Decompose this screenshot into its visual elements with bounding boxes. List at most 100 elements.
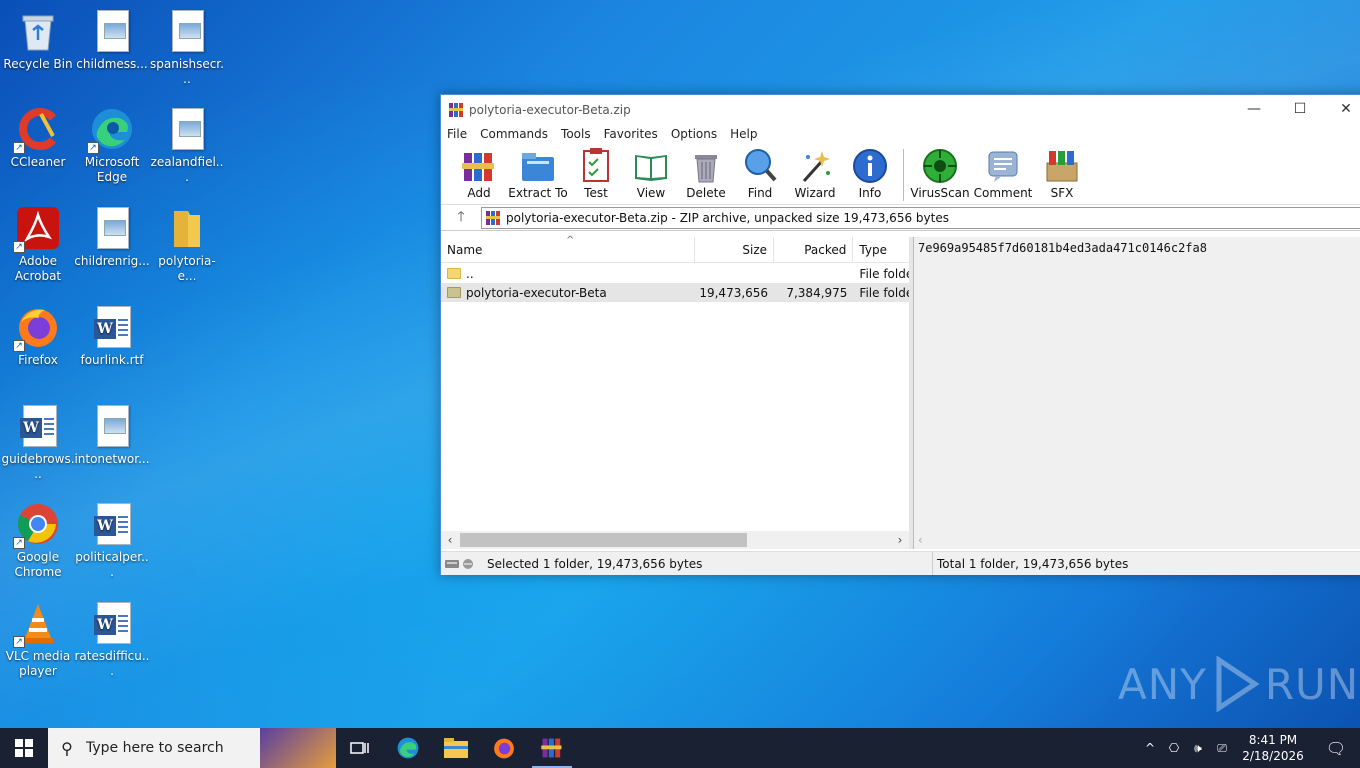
taskbar-search[interactable]: ⚲ Type here to search	[48, 728, 336, 768]
scroll-right-icon[interactable]: ›	[891, 533, 909, 547]
info-button[interactable]: Info	[843, 147, 897, 200]
path-field[interactable]: polytoria-executor-Beta.zip - ZIP archiv…	[481, 206, 1360, 229]
menu-tools[interactable]: Tools	[561, 127, 591, 141]
extract-icon	[522, 153, 554, 181]
taskbar-edge[interactable]	[384, 728, 432, 768]
image-file-icon	[89, 8, 135, 54]
maximize-button[interactable]: ☐	[1277, 95, 1323, 123]
menu-bar: File Commands Tools Favorites Options He…	[441, 125, 1360, 143]
add-button[interactable]: Add	[451, 147, 507, 200]
file-row-selected[interactable]: polytoria-executor-Beta 19,473,656 7,384…	[441, 283, 909, 302]
show-hidden-icons-icon[interactable]: ^	[1138, 741, 1162, 755]
menu-favorites[interactable]: Favorites	[604, 127, 658, 141]
up-folder-button[interactable]: 🡑	[441, 206, 481, 230]
firefox-icon	[494, 738, 514, 759]
image-file-icon	[164, 8, 210, 54]
word-doc-icon: W	[89, 304, 135, 350]
column-type[interactable]: Type	[853, 237, 909, 262]
column-packed[interactable]: Packed	[774, 237, 854, 262]
task-view-button[interactable]	[336, 728, 384, 768]
file-explorer-icon	[444, 738, 468, 758]
drive-icon[interactable]	[445, 558, 477, 570]
image-file-icon	[89, 403, 135, 449]
address-bar: 🡑 polytoria-executor-Beta.zip - ZIP arch…	[441, 205, 1360, 231]
clock[interactable]: 8:41 PM 2/18/2026	[1234, 732, 1312, 764]
vlc-icon: ↗	[13, 600, 61, 648]
menu-commands[interactable]: Commands	[480, 127, 548, 141]
find-button[interactable]: Find	[733, 147, 787, 200]
title-bar[interactable]: polytoria-executor-Beta.zip — ☐ ✕	[441, 95, 1360, 125]
find-icon	[745, 149, 777, 182]
desktop-icon-zealandfiel[interactable]: zealandfiel...	[149, 106, 225, 185]
comment-pane[interactable]: 7e969a95485f7d60181b4ed3ada471c0146c2fa8…	[913, 237, 1360, 549]
view-button[interactable]: View	[623, 147, 679, 200]
folder-icon	[164, 205, 210, 251]
minimize-button[interactable]: —	[1231, 95, 1277, 123]
desktop-icon-ratesdifficu[interactable]: W ratesdifficu...	[74, 600, 150, 679]
comment-scrollbar[interactable]: ‹ ›	[914, 531, 1360, 549]
desktop-icon-vlc[interactable]: ↗ VLC media player	[0, 600, 76, 679]
desktop-icon-acrobat[interactable]: ↗ Adobe Acrobat	[0, 205, 76, 284]
desktop-icon-fourlink[interactable]: W fourlink.rtf	[74, 304, 150, 368]
delete-button[interactable]: Delete	[679, 147, 733, 200]
desktop-icon-guidebrows[interactable]: W guidebrows...	[0, 403, 76, 482]
scroll-left-icon[interactable]: ‹	[441, 533, 459, 547]
info-icon	[853, 149, 887, 183]
clock-date: 2/18/2026	[1242, 749, 1304, 763]
taskbar-winrar[interactable]	[528, 728, 576, 768]
desktop-icon-chrome[interactable]: ↗ Google Chrome	[0, 501, 76, 580]
taskbar-file-explorer[interactable]	[432, 728, 480, 768]
desktop-icon-label: fourlink.rtf	[80, 353, 144, 367]
sfx-button[interactable]: SFX	[1036, 147, 1088, 200]
desktop-icon-ccleaner[interactable]: ↗ CCleaner	[0, 106, 76, 170]
desktop-icon-label: Google Chrome	[14, 550, 62, 579]
desktop-icon-firefox[interactable]: ↗ Firefox	[0, 304, 76, 368]
anyrun-watermark: ANY RUN	[1118, 656, 1359, 712]
desktop-icon-politicalper[interactable]: W politicalper...	[74, 501, 150, 580]
scrollbar-thumb[interactable]	[460, 533, 747, 547]
desktop-icon-edge[interactable]: ↗ Microsoft Edge	[74, 106, 150, 185]
desktop-icon-spanishsecr[interactable]: spanishsecr...	[149, 8, 225, 87]
desktop-icon-childrenrig[interactable]: childrenrig...	[74, 205, 150, 269]
task-view-icon	[350, 742, 369, 754]
edge-icon	[397, 737, 419, 759]
volume-icon[interactable]: 🕪	[1186, 741, 1210, 756]
desktop-icon-label: spanishsecr...	[150, 57, 224, 86]
extract-to-button[interactable]: Extract To	[507, 147, 569, 200]
column-size[interactable]: Size	[695, 237, 775, 262]
desktop-icon-polytoria-folder[interactable]: polytoria-e...	[149, 205, 225, 284]
desktop-icon-label: VLC media player	[5, 649, 71, 678]
menu-help[interactable]: Help	[730, 127, 757, 141]
wizard-button[interactable]: Wizard	[787, 147, 843, 200]
winrar-icon	[541, 738, 562, 758]
file-row-parent[interactable]: .. File folde	[441, 264, 909, 283]
network-icon[interactable]: ⎚	[1210, 741, 1234, 756]
meet-now-icon[interactable]: ⎔	[1162, 741, 1186, 755]
delete-icon	[695, 155, 717, 183]
desktop-icon-recycle-bin[interactable]: Recycle Bin	[0, 8, 76, 72]
status-total: Total 1 folder, 19,473,656 bytes	[937, 556, 1129, 571]
folder-icon	[447, 287, 461, 298]
desktop-icon-label: Microsoft Edge	[84, 155, 140, 184]
file-list-pane[interactable]: ^ Name Size Packed Type .. File folde po…	[441, 235, 913, 549]
scroll-left-icon[interactable]: ‹	[918, 533, 923, 547]
start-button[interactable]	[0, 728, 48, 768]
winrar-window[interactable]: polytoria-executor-Beta.zip — ☐ ✕ File C…	[440, 94, 1360, 575]
menu-file[interactable]: File	[447, 127, 467, 141]
test-button[interactable]: Test	[569, 147, 623, 200]
windows-logo-icon	[15, 739, 33, 757]
desktop-icon-childmess[interactable]: childmess...	[74, 8, 150, 72]
close-button[interactable]: ✕	[1323, 95, 1360, 123]
search-icon: ⚲	[61, 738, 73, 758]
notification-icon[interactable]: 🗨	[1312, 739, 1360, 758]
virusscan-button[interactable]: VirusScan	[910, 147, 970, 200]
word-doc-icon: W	[89, 501, 135, 547]
wizard-icon	[802, 151, 830, 183]
desktop-icon-intonetwor[interactable]: intonetwor...	[74, 403, 150, 467]
taskbar-firefox[interactable]	[480, 728, 528, 768]
desktop-icon-label: childmess...	[76, 57, 148, 71]
comment-button[interactable]: Comment	[970, 147, 1036, 200]
menu-options[interactable]: Options	[671, 127, 717, 141]
search-highlight-image	[260, 728, 336, 768]
horizontal-scrollbar[interactable]: ‹ ›	[441, 531, 909, 549]
